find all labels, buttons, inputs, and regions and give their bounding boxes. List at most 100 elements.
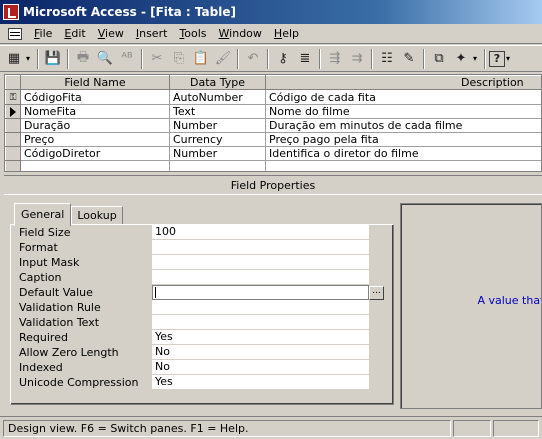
data-type-cell[interactable]: Text	[169, 104, 266, 119]
menu-window[interactable]: Window	[213, 25, 268, 43]
spelling-icon[interactable]: ᴬᴮ	[116, 48, 138, 70]
menu-edit[interactable]: Edit	[58, 25, 91, 43]
validation-text-input[interactable]	[152, 315, 369, 330]
access-key-icon[interactable]	[3, 4, 19, 20]
field-name-cell[interactable]: Preço	[20, 132, 170, 147]
undo-icon[interactable]: ↶	[242, 48, 264, 70]
row-selector[interactable]	[5, 118, 21, 133]
new-object-icon[interactable]: ✦	[450, 48, 472, 70]
tab-lookup[interactable]: Lookup	[71, 206, 123, 225]
menu-bar: File Edit View Insert Tools Window Help	[0, 24, 542, 44]
print-icon[interactable]: 🖶	[72, 48, 94, 70]
property-row-validation-text: Validation Text	[19, 315, 379, 330]
property-label: Unicode Compression	[19, 376, 139, 389]
database-window-icon[interactable]: ⧉	[428, 48, 450, 70]
status-text: Design view. F6 = Switch panes. F1 = Hel…	[3, 419, 451, 437]
row-selector[interactable]	[5, 104, 21, 119]
table-row[interactable]: NomeFita Text Nome do filme	[5, 104, 541, 119]
help-dropdown-icon[interactable]: ▾	[506, 54, 514, 63]
insert-rows-icon[interactable]: ⇶	[324, 48, 346, 70]
data-type-cell[interactable]: Currency	[169, 132, 266, 147]
build-ellipsis-button[interactable]: ...	[369, 286, 384, 300]
description-cell[interactable]: Identifica o diretor do filme	[265, 146, 541, 161]
property-label: Required	[19, 331, 68, 344]
data-type-cell[interactable]: Number	[169, 146, 266, 161]
field-name-cell[interactable]: NomeFita	[20, 104, 170, 119]
paste-icon[interactable]: 📋	[190, 48, 212, 70]
cut-icon[interactable]: ✂	[146, 48, 168, 70]
text-caret	[155, 287, 156, 298]
description-cell[interactable]	[265, 160, 541, 171]
delete-rows-icon[interactable]: ⇉	[346, 48, 368, 70]
primary-key-icon[interactable]: ⚷	[272, 48, 294, 70]
tab-general[interactable]: General	[14, 203, 72, 226]
input-mask-input[interactable]	[152, 255, 369, 270]
corner-selector[interactable]	[5, 75, 21, 90]
unicode-compression-input[interactable]: Yes	[152, 375, 369, 390]
help-icon[interactable]: ?	[489, 50, 505, 67]
header-field-name[interactable]: Field Name	[20, 75, 170, 90]
header-data-type[interactable]: Data Type	[169, 75, 266, 90]
indexes-icon[interactable]: ≣	[294, 48, 316, 70]
copy-icon[interactable]: ⎘	[168, 48, 190, 70]
property-row-format: Format	[19, 240, 379, 255]
build-icon[interactable]: ✎	[398, 48, 420, 70]
row-selector[interactable]	[5, 132, 21, 147]
default-value-input[interactable]: ...	[152, 285, 384, 300]
property-label: Indexed	[19, 361, 63, 374]
property-label: Default Value	[19, 286, 93, 299]
menu-help-label: elp	[282, 26, 300, 40]
toolbar-separator	[267, 48, 269, 69]
view-dropdown-icon[interactable]: ▾	[26, 54, 34, 63]
format-painter-icon[interactable]: 🖌	[212, 48, 234, 70]
row-selector[interactable]	[5, 146, 21, 161]
general-tab-body: Field Size 100 Format Input Mask Caption…	[10, 224, 394, 405]
field-size-input[interactable]: 100	[152, 225, 369, 240]
print-preview-icon[interactable]: 🔍	[94, 48, 116, 70]
format-input[interactable]	[152, 240, 369, 255]
menu-insert[interactable]: Insert	[130, 25, 174, 43]
property-tabs: General Lookup	[14, 203, 123, 226]
table-row[interactable]: ⚿ CódigoFita AutoNumber Código de cada f…	[5, 89, 541, 105]
table-document-icon[interactable]	[8, 27, 22, 40]
row-selector[interactable]: ⚿	[5, 89, 21, 105]
menu-tools[interactable]: Tools	[173, 25, 212, 43]
validation-rule-input[interactable]	[152, 300, 369, 315]
toolbar-separator	[423, 48, 425, 69]
description-cell[interactable]: Código de cada fita	[265, 89, 541, 105]
table-design-toolbar: ▦ ▾ 💾 🖶 🔍 ᴬᴮ ✂ ⎘ 📋 🖌 ↶ ⚷ ≣ ⇶ ⇉ ☷ ✎ ⧉ ✦ ▾…	[0, 45, 542, 72]
menu-help[interactable]: Help	[268, 25, 305, 43]
toolbar-separator	[37, 48, 39, 69]
save-icon[interactable]: 💾	[42, 48, 64, 70]
property-row-input-mask: Input Mask	[19, 255, 379, 270]
field-name-cell[interactable]: CódigoDiretor	[20, 146, 170, 161]
field-name-cell[interactable]: Duração	[20, 118, 170, 133]
menu-view[interactable]: View	[92, 25, 130, 43]
property-help-box: A value that is automatica n	[400, 203, 542, 409]
data-type-cell[interactable]: AutoNumber	[169, 89, 266, 105]
properties-icon[interactable]: ☷	[376, 48, 398, 70]
current-row-arrow-icon	[10, 107, 16, 117]
description-cell[interactable]: Nome do filme	[265, 104, 541, 119]
description-cell[interactable]: Preço pago pela fita	[265, 132, 541, 147]
property-label: Input Mask	[19, 256, 80, 269]
table-row[interactable]: Duração Number Duração em minutos de cad…	[5, 118, 541, 133]
field-name-cell[interactable]: CódigoFita	[20, 89, 170, 105]
view-icon[interactable]: ▦	[3, 48, 25, 70]
header-description[interactable]: Description	[265, 75, 541, 90]
table-row[interactable]	[5, 160, 541, 171]
field-name-cell[interactable]	[20, 160, 170, 171]
indexed-input[interactable]: No	[152, 360, 369, 375]
allow-zero-length-input[interactable]: No	[152, 345, 369, 360]
required-input[interactable]: Yes	[152, 330, 369, 345]
table-row[interactable]: CódigoDiretor Number Identifica o direto…	[5, 146, 541, 161]
caption-input[interactable]	[152, 270, 369, 285]
menu-file[interactable]: File	[28, 25, 58, 43]
table-row[interactable]: Preço Currency Preço pago pela fita	[5, 132, 541, 147]
data-type-cell[interactable]	[169, 160, 266, 171]
property-row-allow-zero-length: Allow Zero Length No	[19, 345, 379, 360]
description-cell[interactable]: Duração em minutos de cada filme	[265, 118, 541, 133]
row-selector[interactable]	[5, 160, 21, 171]
data-type-cell[interactable]: Number	[169, 118, 266, 133]
new-object-dropdown-icon[interactable]: ▾	[473, 54, 481, 63]
